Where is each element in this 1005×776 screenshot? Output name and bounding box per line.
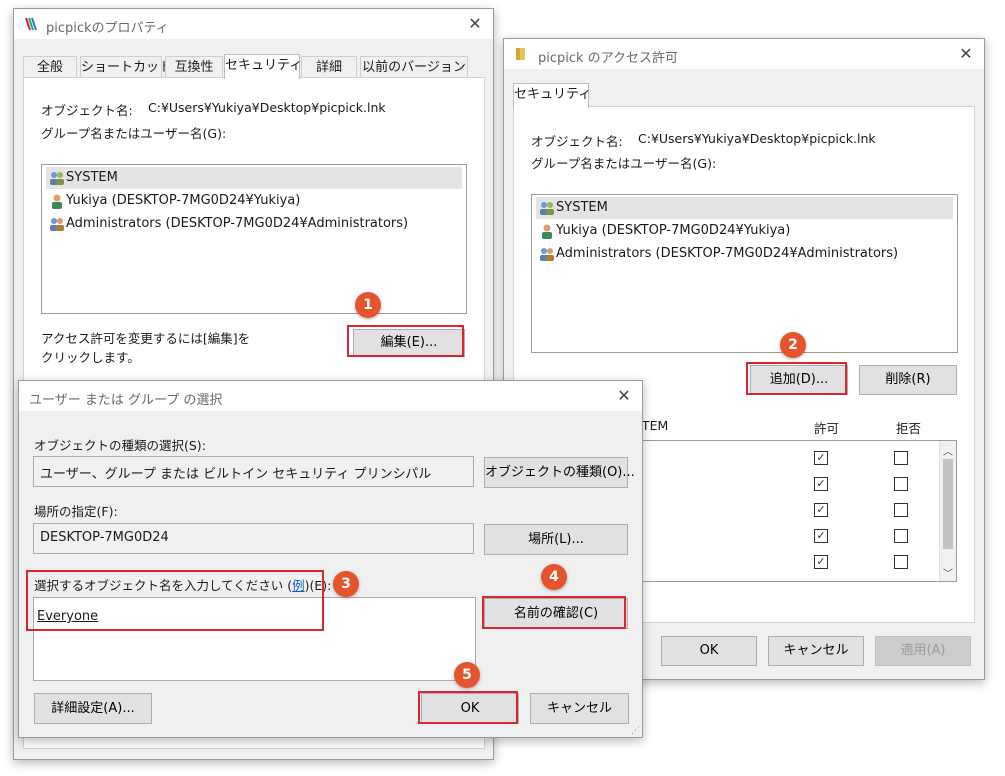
group-icon [50,218,64,231]
ok-button[interactable]: OK [421,693,519,724]
cancel-button[interactable]: キャンセル [768,636,864,666]
remove-button[interactable]: 削除(R) [859,365,957,395]
folder-icon [514,47,528,61]
allow-checkbox[interactable]: ✓ [814,451,828,465]
close-icon[interactable]: ✕ [614,386,634,405]
list-item[interactable]: Yukiya (DESKTOP-7MG0D24¥Yukiya) [536,220,953,242]
properties-titlebar: picpickのプロパティ ✕ [14,9,493,39]
step-marker-5: 5 [454,662,480,688]
object-names-textarea[interactable]: Everyone [33,597,476,681]
object-type-label: オブジェクトの種類の選択(S): [34,438,206,453]
object-name-value: C:¥Users¥Yukiya¥Desktop¥picpick.lnk [148,100,386,115]
user-icon [542,224,552,239]
cancel-button[interactable]: キャンセル [530,693,629,724]
list-item-label: SYSTEM [66,170,118,185]
permissions-tabs: セキュリティ [513,83,633,108]
list-item-label: SYSTEM [556,200,608,215]
enter-object-names-label: 選択するオブジェクト名を入力してください (例)(E): [34,575,331,594]
entered-name: Everyone [37,609,99,624]
location-label: 場所の指定(F): [34,504,118,519]
resize-grip-icon[interactable]: ⋰ [631,726,640,736]
group-name-label: グループ名またはユーザー名(G): [41,126,227,141]
edit-button[interactable]: 編集(E)... [353,329,465,357]
group-icon [540,202,554,215]
locations-button[interactable]: 場所(L)... [484,524,628,555]
apply-button[interactable]: 適用(A) [875,636,971,666]
window-title: picpick のアクセス許可 [538,51,679,66]
object-type-field: ユーザー、グループ または ビルトイン セキュリティ プリンシパル [33,456,474,487]
tab-security[interactable]: セキュリティ [224,54,302,79]
step-marker-2: 2 [780,332,806,358]
allow-header: 許可 [814,421,840,436]
deny-checkbox[interactable] [894,451,908,465]
list-item[interactable]: Yukiya (DESKTOP-7MG0D24¥Yukiya) [46,190,462,212]
allow-checkbox[interactable]: ✓ [814,555,828,569]
advanced-button[interactable]: 詳細設定(A)... [34,693,152,724]
step-marker-4: 4 [541,564,567,590]
check-names-button[interactable]: 名前の確認(C) [484,598,628,629]
allow-checkbox[interactable]: ✓ [814,529,828,543]
list-item-label: Yukiya (DESKTOP-7MG0D24¥Yukiya) [556,223,791,238]
deny-checkbox[interactable] [894,555,908,569]
close-icon[interactable]: ✕ [465,14,485,33]
close-icon[interactable]: ✕ [956,44,976,63]
tab-general[interactable]: 全般 [23,56,77,78]
step-marker-1: 1 [355,292,381,318]
scrollbar[interactable]: ︿ ﹀ [939,441,956,581]
ok-button[interactable]: OK [661,636,757,666]
deny-checkbox[interactable] [894,503,908,517]
group-icon [540,248,554,261]
allow-checkbox[interactable]: ✓ [814,503,828,517]
group-name-label: グループ名またはユーザー名(G): [531,156,717,171]
window-title: ユーザー または グループ の選択 [29,393,223,408]
scroll-thumb[interactable] [943,459,953,549]
app-icon [24,16,40,32]
tab-shortcut[interactable]: ショートカット [80,56,172,78]
permissions-titlebar: picpick のアクセス許可 ✕ [504,39,984,69]
enter-label-text: 選択するオブジェクト名を入力してください ( [34,578,293,593]
enter-label-suffix: )(E): [304,578,332,593]
examples-link[interactable]: 例 [292,578,305,593]
object-name-value: C:¥Users¥Yukiya¥Desktop¥picpick.lnk [638,131,876,146]
object-types-button[interactable]: オブジェクトの種類(O)... [484,457,635,488]
scroll-up-icon[interactable]: ︿ [943,443,953,458]
tab-compatibility[interactable]: 互換性 [165,56,223,78]
list-item-label: Administrators (DESKTOP-7MG0D24¥Administ… [556,246,899,261]
group-icon [50,172,64,185]
list-item[interactable]: SYSTEM [46,167,462,189]
list-item[interactable]: SYSTEM [536,197,953,219]
object-name-label: オブジェクト名: [41,103,133,118]
deny-checkbox[interactable] [894,529,908,543]
allow-checkbox[interactable]: ✓ [814,477,828,491]
list-item-label: Yukiya (DESKTOP-7MG0D24¥Yukiya) [66,193,301,208]
step-marker-3: 3 [333,571,359,597]
properties-tabs: 全般 ショートカット 互換性 セキュリティ 詳細 以前のバージョン [23,54,483,79]
select-users-dialog: ユーザー または グループ の選択 ✕ オブジェクトの種類の選択(S): ユーザ… [18,380,643,738]
user-icon [52,194,62,209]
change-note-line2: クリックします。 [41,350,140,365]
select-titlebar: ユーザー または グループ の選択 ✕ [19,381,642,411]
change-note-line1: アクセス許可を変更するには[編集]を [41,331,251,346]
tab-security[interactable]: セキュリティ [513,83,591,108]
list-item[interactable]: Administrators (DESKTOP-7MG0D24¥Administ… [536,243,953,265]
scroll-down-icon[interactable]: ﹀ [943,565,953,580]
object-name-label: オブジェクト名: [531,134,623,149]
user-list[interactable]: SYSTEM Yukiya (DESKTOP-7MG0D24¥Yukiya) A… [531,194,958,353]
tab-details[interactable]: 詳細 [301,56,357,78]
user-list[interactable]: SYSTEM Yukiya (DESKTOP-7MG0D24¥Yukiya) A… [41,164,467,314]
permissions-list[interactable]: ✓ ✓ ✓ ✓ ✓ ︿ ﹀ [634,440,957,582]
deny-header: 拒否 [896,421,922,436]
add-button[interactable]: 追加(D)... [750,365,848,395]
location-field: DESKTOP-7MG0D24 [33,523,474,554]
tab-previous-versions[interactable]: 以前のバージョン [360,56,468,78]
list-item-label: Administrators (DESKTOP-7MG0D24¥Administ… [66,216,409,231]
list-item[interactable]: Administrators (DESKTOP-7MG0D24¥Administ… [46,213,462,235]
deny-checkbox[interactable] [894,477,908,491]
window-title: picpickのプロパティ [46,21,169,36]
